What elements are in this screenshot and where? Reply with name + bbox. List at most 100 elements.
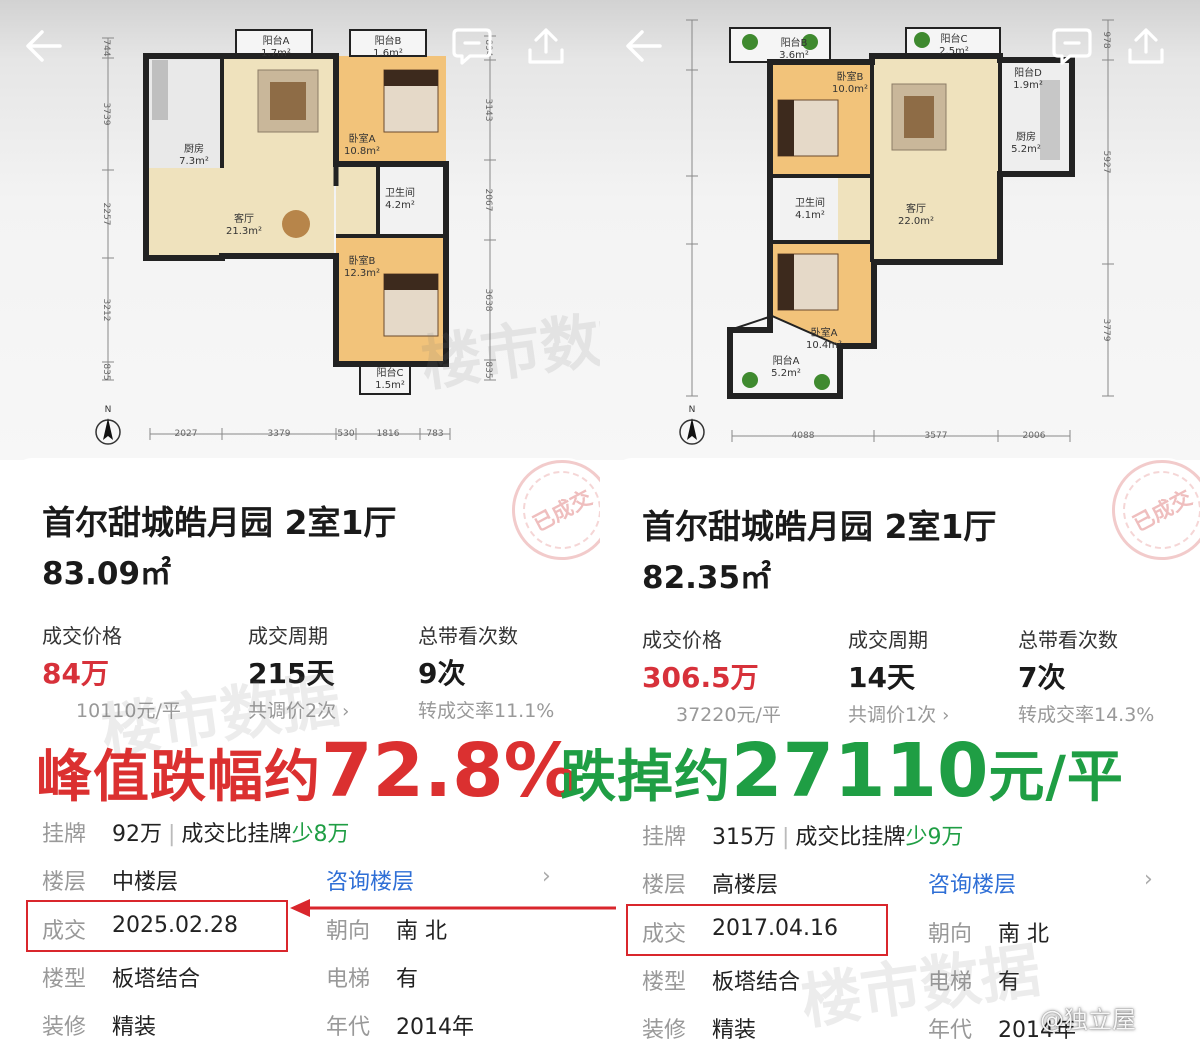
- price-fall-caption: 跌掉约27110元/平: [560, 728, 1124, 814]
- floor-label: 楼层: [42, 870, 87, 895]
- room-name-label: 客厅: [906, 202, 926, 215]
- sold-stamp: 已成交: [1094, 442, 1200, 578]
- unit-price: 37220元/平: [676, 704, 781, 726]
- decoration-value: 精装: [112, 1015, 157, 1040]
- deal-cycle: 215天: [248, 657, 335, 690]
- dimension-label: 2067: [483, 189, 493, 212]
- dimension-label: 3143: [483, 99, 493, 122]
- listing-price-label: 挂牌: [642, 825, 687, 850]
- dimension-label: 3379: [268, 429, 291, 439]
- orientation-value: 南 北: [998, 922, 1049, 947]
- building-type-value: 板塔结合: [712, 970, 801, 995]
- room-area-label: 10.0m²: [832, 84, 868, 95]
- price-adjust-link[interactable]: 共调价2次 ›: [248, 696, 349, 723]
- room-area-label: 12.3m²: [344, 268, 380, 279]
- room-name-label: 卧室A: [811, 326, 838, 339]
- dimension-label: 3577: [925, 431, 948, 441]
- room-area-label: 4.2m²: [385, 200, 415, 211]
- dimension-label: 744: [101, 39, 111, 56]
- room-area-label: 3.6m²: [779, 50, 809, 61]
- chevron-right-icon[interactable]: ›: [542, 864, 551, 889]
- room-name-label: 阳台A: [263, 34, 290, 47]
- room-area-label: 22.0m²: [898, 216, 934, 227]
- peak-drop-caption: 峰值跌幅约72.8%: [36, 728, 578, 814]
- listing-panel-left: 阳台A 1.7m² 阳台B 1.6m² 厨房 7.3m² 卧室A 10.8m² 卫生间 4.2m²…: [0, 0, 600, 1046]
- price-adjust-link[interactable]: 共调价1次 ›: [848, 700, 949, 727]
- dimension-label: 835: [101, 363, 111, 380]
- floorplan-image: 阳台B 3.6m² 阳台C 2.5m² 阳台D 1.9m² 卧室B 10.0m² 厨房 5.2m²…: [600, 0, 1200, 460]
- total-views: 9次: [418, 657, 466, 690]
- cycle-label: 成交周期: [248, 624, 328, 648]
- unit-price: 10110元/平: [76, 700, 181, 722]
- dimension-label: 978: [1101, 31, 1111, 48]
- decoration-label: 装修: [642, 1018, 687, 1043]
- building-type-label: 楼型: [42, 967, 87, 992]
- room-name-label: 厨房: [1016, 130, 1036, 143]
- elevator-label: 电梯: [326, 967, 371, 992]
- decoration-value: 精装: [712, 1018, 757, 1043]
- share-icon[interactable]: [522, 22, 570, 70]
- deal-cycle: 14天: [848, 661, 915, 694]
- chevron-right-icon: ›: [942, 705, 950, 726]
- listing-title: 首尔甜城皓月园 2室1厅: [642, 507, 997, 546]
- deal-price: 306.5万: [642, 661, 759, 694]
- price-label: 成交价格: [642, 628, 722, 652]
- room-name-label: 阳台C: [377, 366, 404, 379]
- room-area-label: 5.2m²: [771, 368, 801, 379]
- credit-watermark: @独立屋: [1040, 1006, 1136, 1034]
- floor-value: 高楼层: [712, 873, 779, 898]
- year-label: 年代: [928, 1018, 973, 1043]
- conversion-rate: 转成交率11.1%: [418, 700, 555, 722]
- room-area-label: 5.2m²: [1011, 144, 1041, 155]
- year-value: 2014年: [396, 1015, 474, 1040]
- price-label: 成交价格: [42, 624, 122, 648]
- comment-icon[interactable]: [1048, 22, 1096, 70]
- listing-panel-right: 阳台B 3.6m² 阳台C 2.5m² 阳台D 1.9m² 卧室B 10.0m² 厨房 5.2m²…: [600, 0, 1200, 1046]
- consult-floor-link[interactable]: 咨询楼层: [928, 867, 1016, 899]
- elevator-value: 有: [396, 967, 419, 992]
- room-name-label: 客厅: [234, 212, 254, 225]
- back-arrow-icon[interactable]: [620, 22, 668, 70]
- deal-date-highlight: [26, 900, 288, 952]
- room-area-label: 7.3m²: [179, 156, 209, 167]
- room-name-label: 阳台D: [1014, 66, 1042, 79]
- dimension-label: 3638: [483, 289, 493, 312]
- share-icon[interactable]: [1122, 22, 1170, 70]
- chevron-right-icon[interactable]: ›: [1144, 867, 1153, 892]
- dimension-label: 783: [426, 429, 443, 439]
- building-type-label: 楼型: [642, 970, 687, 995]
- room-name-label: 卧室A: [349, 132, 376, 145]
- dimension-label: 2027: [175, 429, 198, 439]
- room-name-label: 卧室B: [837, 70, 864, 83]
- room-area-label: 1.5m²: [375, 380, 405, 391]
- dimension-label: 835: [483, 361, 493, 378]
- floor-label: 楼层: [642, 873, 687, 898]
- dimension-label: 530: [337, 429, 354, 439]
- listing-area: 82.35㎡: [642, 560, 772, 596]
- dimension-label: 3739: [101, 103, 111, 126]
- comparison-arrow-icon: [290, 899, 616, 917]
- room-name-label: 阳台B: [375, 34, 402, 47]
- year-label: 年代: [326, 1015, 371, 1040]
- room-name-label: 阳台A: [773, 354, 800, 367]
- dimension-label: 5927: [1101, 151, 1111, 174]
- room-area-label: 2.5m²: [939, 46, 969, 57]
- cycle-label: 成交周期: [848, 628, 928, 652]
- room-area-label: 10.8m²: [344, 146, 380, 157]
- orientation-label: 朝向: [928, 922, 973, 947]
- room-area-label: 1.7m²: [261, 48, 291, 59]
- room-area-label: 4.1m²: [795, 210, 825, 221]
- room-name-label: 厨房: [184, 142, 204, 155]
- back-arrow-icon[interactable]: [20, 22, 68, 70]
- building-type-value: 板塔结合: [112, 967, 201, 992]
- comment-icon[interactable]: [448, 22, 496, 70]
- deal-date-highlight: [626, 904, 888, 956]
- dimension-label: 1816: [377, 429, 400, 439]
- consult-floor-link[interactable]: 咨询楼层: [326, 864, 414, 896]
- views-label: 总带看次数: [1018, 628, 1118, 652]
- listing-price-row: 92万 | 成交比挂牌少8万: [112, 822, 350, 847]
- listing-price-label: 挂牌: [42, 822, 87, 847]
- floorplan-drawing: 阳台A1.7m² 阳台B1.6m² 厨房7.3m² 卧室A10.8m² 卫生间4.2m²…: [95, 29, 496, 445]
- dimension-label: 3779: [1101, 319, 1111, 342]
- floorplan-image: 阳台A 1.7m² 阳台B 1.6m² 厨房 7.3m² 卧室A 10.8m² 卫生间 4.2m²…: [0, 0, 600, 460]
